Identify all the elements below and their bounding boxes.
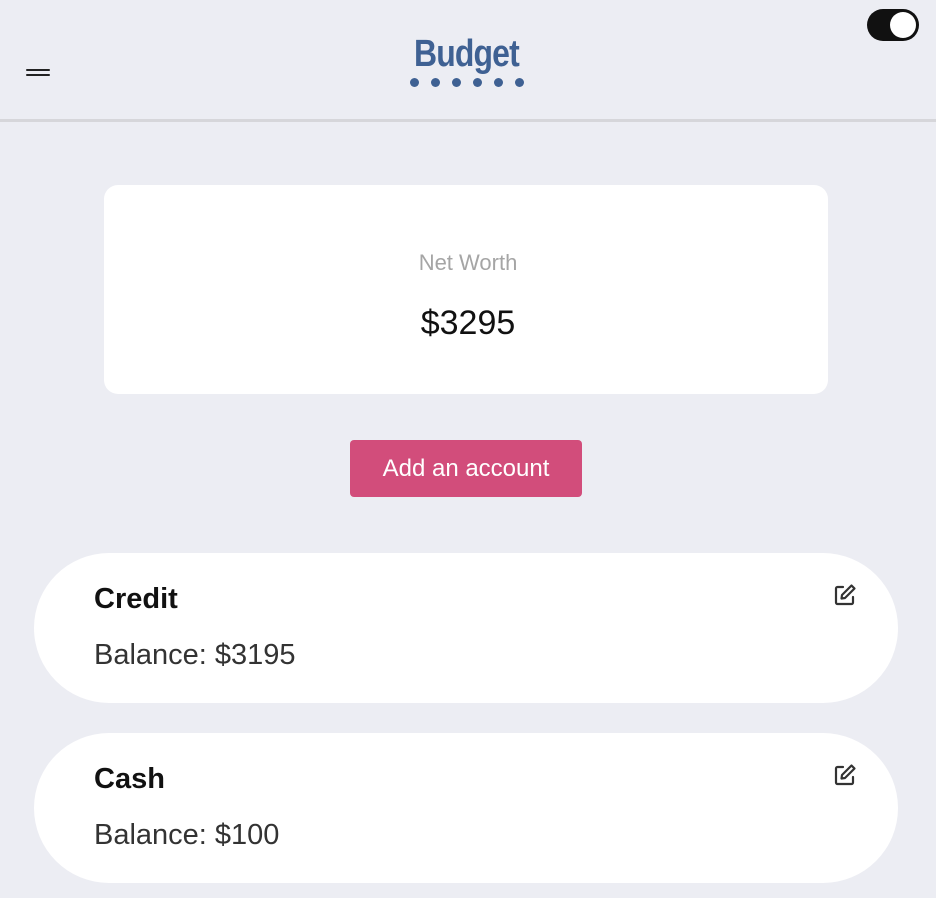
net-worth-label: Net Worth: [418, 250, 518, 275]
edit-icon[interactable]: [833, 583, 859, 609]
net-worth-value: $3295: [420, 304, 516, 342]
app-header: Budget: [0, 0, 936, 122]
logo-dots: [410, 78, 524, 88]
account-balance: Balance: $100: [94, 819, 280, 851]
add-account-button[interactable]: Add an account: [350, 440, 582, 497]
account-name: Cash: [94, 763, 165, 795]
toggle-knob: [890, 12, 916, 38]
account-balance: Balance: $3195: [94, 639, 296, 671]
account-card-credit[interactable]: Credit Balance: $3195: [34, 553, 898, 703]
hamburger-menu-icon[interactable]: [26, 66, 52, 80]
edit-icon[interactable]: [833, 763, 859, 789]
net-worth-card: [104, 185, 828, 394]
account-card-cash[interactable]: Cash Balance: $100: [34, 733, 898, 883]
logo-text: Budget: [413, 33, 520, 75]
account-name: Credit: [94, 583, 178, 615]
budget-logo[interactable]: Budget: [404, 34, 528, 92]
theme-toggle[interactable]: [867, 9, 919, 41]
